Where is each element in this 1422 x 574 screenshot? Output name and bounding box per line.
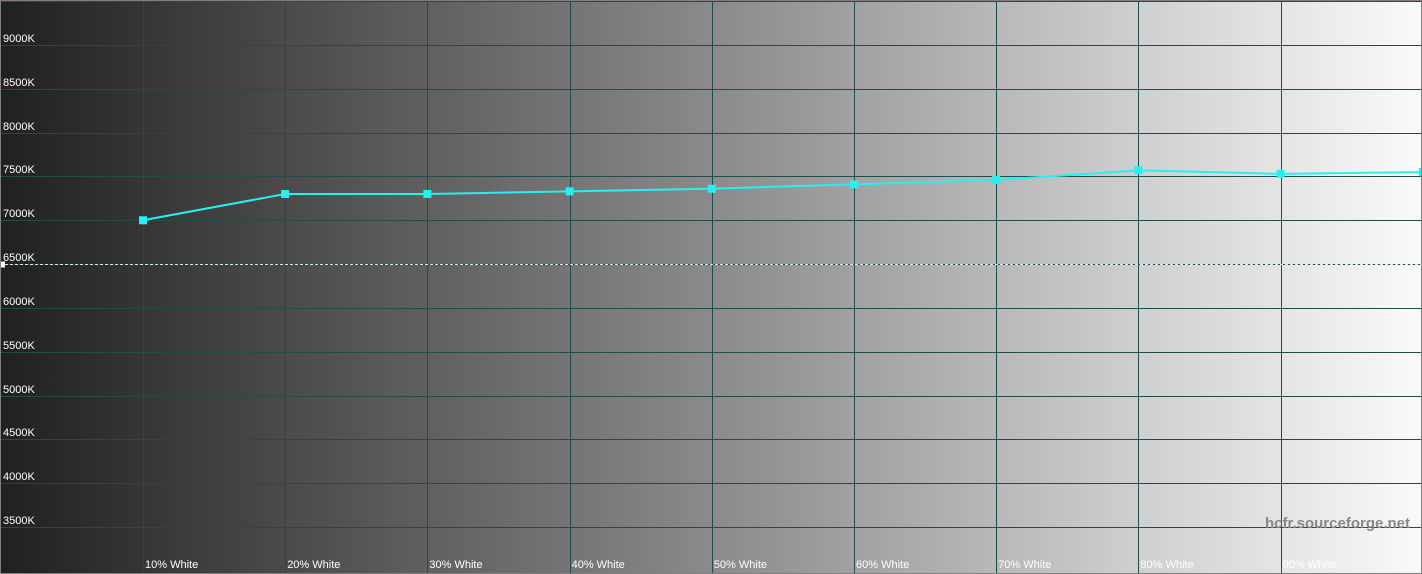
chart-background [0,0,1422,574]
y-tick-label: 7500K [3,164,35,176]
data-point [1134,166,1143,175]
data-point [850,180,858,189]
y-tick-label: 9000K [3,33,35,45]
x-tick-label: 70% White [998,559,1051,571]
y-tick-label: 5000K [3,384,35,396]
data-point [139,216,147,225]
y-tick-label: 4000K [3,471,35,483]
data-point [992,175,1001,184]
data-point [707,184,716,193]
x-tick-labels: 10% White 20% White 30% White 40% White 50% … [145,559,1336,571]
data-point [281,189,290,198]
x-tick-label: 90% White [1283,559,1336,571]
data-point [565,187,574,196]
x-tick-label: 60% White [856,559,909,571]
y-tick-label: 3500K [3,515,35,527]
y-tick-label: 7000K [3,208,35,220]
y-tick-label: 8000K [3,121,35,133]
y-tick-label: 6500K [3,252,35,264]
y-tick-label: 8500K [3,77,35,89]
data-point [1276,169,1285,178]
cct-tracking-chart: 3500K 4000K 4500K 5000K 5500K 6000K 6500K 7000K… [0,0,1422,574]
x-tick-label: 20% White [287,559,340,571]
y-tick-label: 6000K [3,296,35,308]
x-tick-label: 40% White [572,559,625,571]
x-tick-label: 50% White [714,559,767,571]
x-tick-label: 30% White [429,559,482,571]
x-tick-label: 80% White [1140,559,1193,571]
x-tick-label: 10% White [145,559,198,571]
watermark-text: hcfr.sourceforge.net [1265,515,1410,532]
y-tick-label: 4500K [3,427,35,439]
y-tick-label: 5500K [3,340,35,352]
data-point [423,189,432,198]
